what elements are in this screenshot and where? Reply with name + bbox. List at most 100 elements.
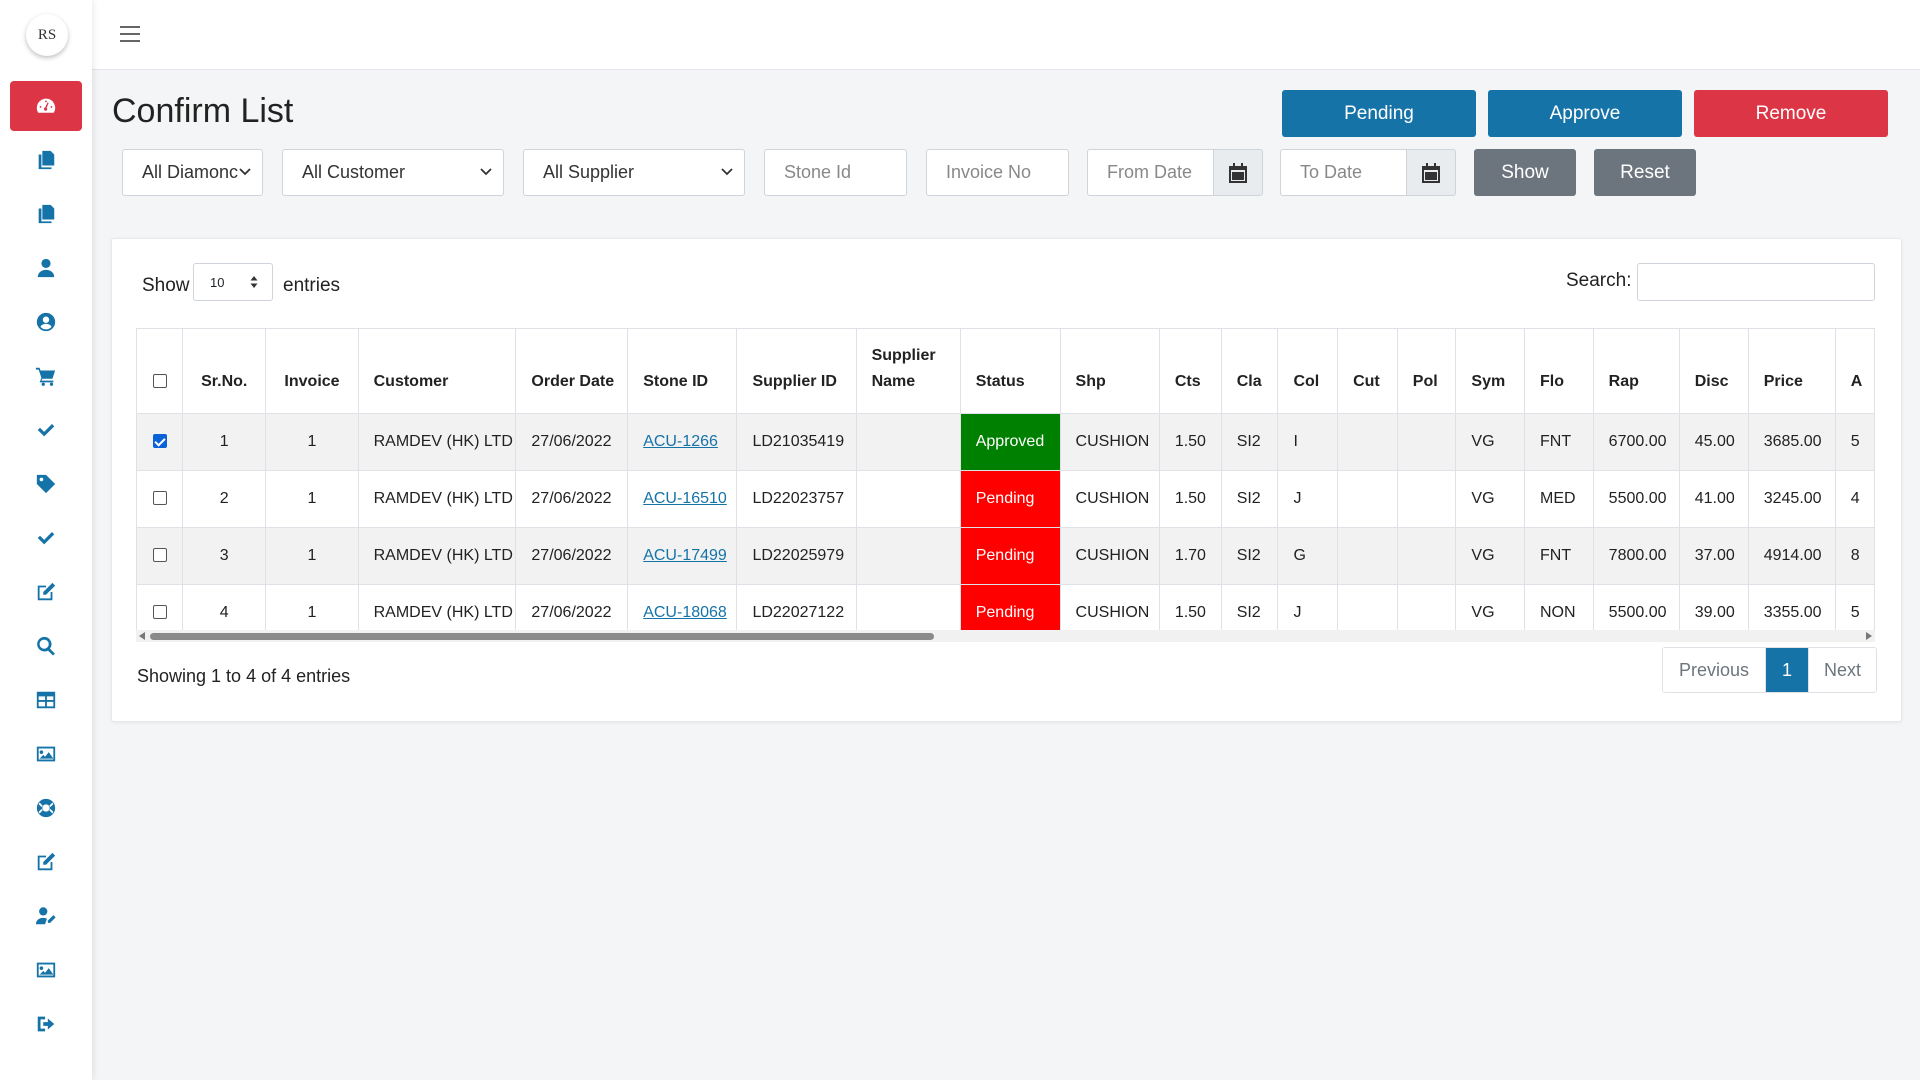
col-header-sym[interactable]: Sym	[1455, 329, 1525, 414]
stone-id-link[interactable]: ACU-17499	[643, 547, 727, 564]
table-row[interactable]: 1 1 RAMDEV (HK) LTD 27/06/2022 ACU-1266 LD210…	[137, 413, 1875, 471]
cell-a: 5	[1835, 413, 1875, 471]
col-header-col[interactable]: Col	[1277, 329, 1339, 414]
nav-tag[interactable]	[10, 459, 82, 509]
search-label: Search:	[1566, 270, 1632, 291]
cell-flo: FNT	[1524, 413, 1594, 471]
col-header-supplier-name[interactable]: Supplier Name	[856, 329, 961, 414]
nav-table[interactable]	[10, 675, 82, 725]
nav-image-2[interactable]	[10, 945, 82, 995]
customer-select[interactable]: All Customer	[282, 149, 504, 196]
cell-invoice: 1	[265, 527, 359, 585]
row-checkbox[interactable]	[152, 434, 167, 449]
search-icon	[37, 636, 55, 656]
col-header-cla[interactable]: Cla	[1221, 329, 1279, 414]
cell-a: 4	[1835, 470, 1875, 528]
nav-user[interactable]	[10, 243, 82, 293]
supplier-select[interactable]: All Supplier	[523, 149, 745, 196]
stone-id-link[interactable]: ACU-18068	[643, 604, 727, 621]
col-header-pol[interactable]: Pol	[1397, 329, 1457, 414]
nav-logout[interactable]	[10, 999, 82, 1049]
entries-per-page-select[interactable]: 10	[193, 263, 273, 301]
cell-price: 3355.00	[1748, 584, 1836, 630]
col-header-flo[interactable]: Flo	[1524, 329, 1594, 414]
scroll-left-icon[interactable]	[139, 632, 145, 640]
row-checkbox[interactable]	[152, 605, 167, 620]
cell-invoice: 1	[265, 470, 359, 528]
nav-image-1[interactable]	[10, 729, 82, 779]
row-checkbox[interactable]	[152, 548, 167, 563]
col-header-sr[interactable]: Sr.No.	[182, 329, 267, 414]
col-header-stone-id[interactable]: Stone ID	[627, 329, 738, 414]
nav-check-2[interactable]	[10, 513, 82, 563]
col-header-status[interactable]: Status	[960, 329, 1061, 414]
cell-disc: 37.00	[1679, 527, 1749, 585]
app-logo[interactable]: RS	[26, 14, 68, 56]
col-header-invoice[interactable]: Invoice	[265, 329, 359, 414]
reset-button[interactable]: Reset	[1594, 149, 1696, 196]
show-entries-label: Show	[142, 275, 190, 296]
page-1-button[interactable]: 1	[1766, 648, 1808, 692]
table-row[interactable]: 3 1 RAMDEV (HK) LTD 27/06/2022 ACU-17499 LD22…	[137, 527, 1875, 585]
nav-cart[interactable]	[10, 351, 82, 401]
table-row[interactable]: 2 1 RAMDEV (HK) LTD 27/06/2022 ACU-16510 LD22…	[137, 470, 1875, 528]
cell-supplier-id: LD22027122	[736, 584, 857, 630]
col-header-rap[interactable]: Rap	[1593, 329, 1680, 414]
cell-sr: 3	[182, 527, 267, 585]
col-header-price[interactable]: Price	[1748, 329, 1836, 414]
col-header-shp[interactable]: Shp	[1060, 329, 1160, 414]
col-header-order-date[interactable]: Order Date	[515, 329, 629, 414]
scrollbar-thumb[interactable]	[150, 633, 934, 640]
table-icon	[36, 691, 56, 709]
search-input[interactable]	[1637, 263, 1875, 301]
to-date-input[interactable]: To Date	[1280, 149, 1407, 196]
chevron-down-icon	[239, 168, 251, 176]
stone-id-link[interactable]: ACU-1266	[643, 433, 718, 450]
approve-button[interactable]: Approve	[1488, 90, 1682, 137]
cell-select	[137, 584, 184, 630]
scroll-right-icon[interactable]	[1866, 632, 1872, 640]
nav-copy-2[interactable]	[10, 189, 82, 239]
nav-edit-2[interactable]	[10, 837, 82, 887]
select-all-checkbox[interactable]	[152, 374, 167, 389]
page-title: Confirm List	[112, 92, 294, 130]
updown-arrows-icon	[250, 276, 258, 288]
row-checkbox[interactable]	[152, 491, 167, 506]
cell-supplier-name	[856, 413, 961, 471]
cell-flo: NON	[1524, 584, 1594, 630]
col-header-a[interactable]: A	[1835, 329, 1875, 414]
show-button[interactable]: Show	[1474, 149, 1576, 196]
nav-dashboard[interactable]	[10, 81, 82, 131]
to-date-calendar-button[interactable]	[1406, 149, 1456, 196]
nav-search[interactable]	[10, 621, 82, 671]
col-header-customer[interactable]: Customer	[358, 329, 517, 414]
stone-id-input[interactable]: Stone Id	[764, 149, 907, 196]
previous-page-button[interactable]: Previous	[1663, 648, 1766, 692]
cell-flo: MED	[1524, 470, 1594, 528]
col-header-cut[interactable]: Cut	[1337, 329, 1398, 414]
nav-edit-1[interactable]	[10, 567, 82, 617]
invoice-no-input[interactable]: Invoice No	[926, 149, 1069, 196]
nav-user-edit[interactable]	[10, 891, 82, 941]
menu-toggle-icon[interactable]	[120, 26, 140, 42]
nav-copy-1[interactable]	[10, 135, 82, 185]
nav-lifebuoy[interactable]	[10, 783, 82, 833]
cell-sym: VG	[1455, 527, 1525, 585]
col-header-cts[interactable]: Cts	[1159, 329, 1222, 414]
cell-price: 3685.00	[1748, 413, 1836, 471]
from-date-input[interactable]: From Date	[1087, 149, 1214, 196]
nav-check-1[interactable]	[10, 405, 82, 455]
remove-button[interactable]: Remove	[1694, 90, 1888, 137]
horizontal-scrollbar[interactable]	[136, 630, 1875, 642]
col-header-supplier-id[interactable]: Supplier ID	[736, 329, 857, 414]
table-scroll-area[interactable]: Sr.No. Invoice Customer Order Date Stone…	[136, 328, 1875, 630]
col-header-disc[interactable]: Disc	[1679, 329, 1749, 414]
nav-user-circle[interactable]	[10, 297, 82, 347]
diamond-select[interactable]: All Diamonc	[122, 149, 263, 196]
table-row[interactable]: 4 1 RAMDEV (HK) LTD 27/06/2022 ACU-18068 LD22…	[137, 584, 1875, 630]
next-page-button[interactable]: Next	[1808, 648, 1876, 692]
cell-col: G	[1277, 527, 1339, 585]
stone-id-link[interactable]: ACU-16510	[643, 490, 727, 507]
pending-button[interactable]: Pending	[1282, 90, 1476, 137]
from-date-calendar-button[interactable]	[1213, 149, 1263, 196]
